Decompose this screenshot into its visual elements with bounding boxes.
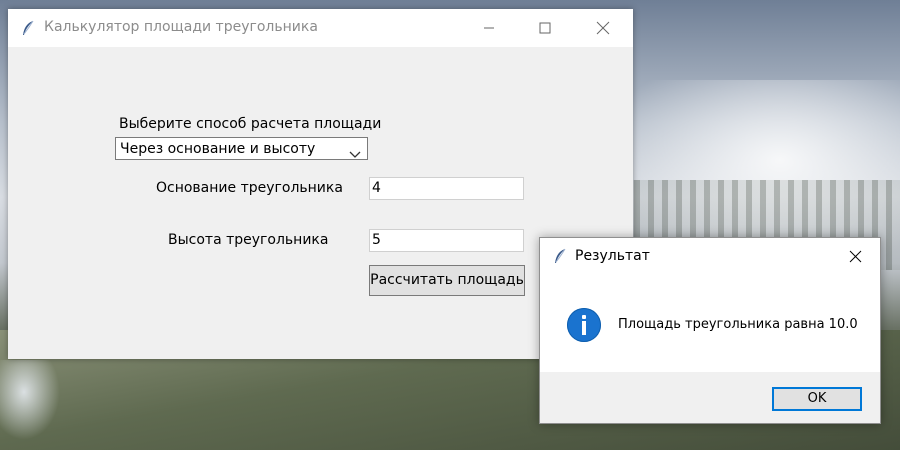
main-titlebar[interactable]: Калькулятор площади треугольника [8, 9, 633, 47]
base-input[interactable]: 4 [369, 177, 524, 200]
ok-button[interactable]: OK [772, 387, 862, 411]
maximize-button[interactable] [522, 9, 568, 47]
feather-icon [21, 20, 35, 36]
main-window-title: Калькулятор площади треугольника [44, 19, 318, 35]
dialog-titlebar[interactable]: Результат [540, 238, 880, 274]
base-label: Основание треугольника [156, 180, 343, 196]
height-input[interactable]: 5 [369, 229, 524, 252]
method-combobox-value: Через основание и высоту [120, 141, 316, 157]
method-label: Выберите способ расчета площади [119, 116, 382, 132]
info-icon [567, 308, 601, 342]
calculate-area-button[interactable]: Рассчитать площадь [369, 265, 525, 296]
feather-icon [553, 248, 567, 264]
height-label: Высота треугольника [168, 232, 329, 248]
dialog-close-button[interactable] [834, 238, 876, 274]
dialog-message: Площадь треугольника равна 10.0 [618, 317, 858, 332]
chevron-down-icon[interactable] [349, 144, 361, 163]
dialog-body: Площадь треугольника равна 10.0 [540, 274, 880, 372]
close-button[interactable] [580, 9, 626, 47]
desktop-frost-tree [0, 360, 60, 440]
minimize-button[interactable] [466, 9, 512, 47]
dialog-title: Результат [575, 248, 650, 264]
method-combobox[interactable]: Через основание и высоту [115, 137, 368, 160]
result-dialog: Результат Площадь треугольника равна 10.… [539, 237, 881, 424]
